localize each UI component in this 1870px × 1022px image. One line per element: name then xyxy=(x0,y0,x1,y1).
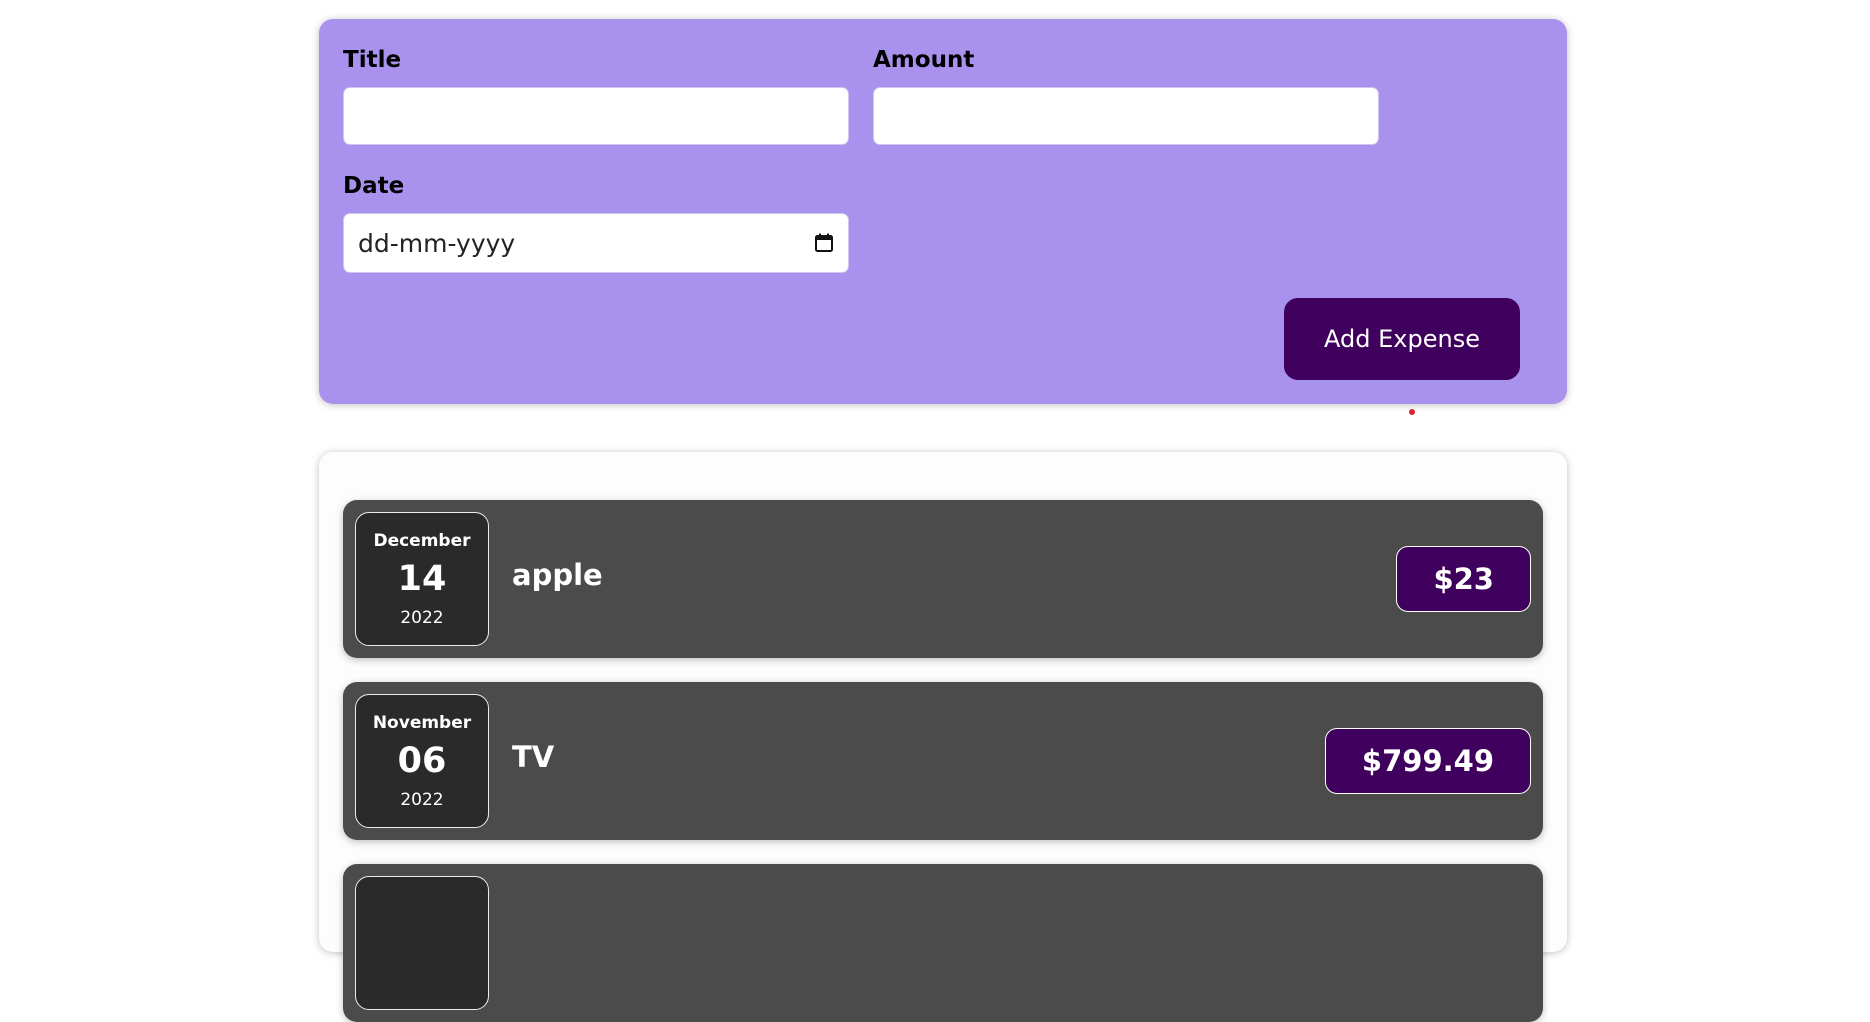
expense-day: 06 xyxy=(397,741,447,781)
expense-date: November 06 2022 xyxy=(355,694,489,828)
expense-price: $23 xyxy=(1396,546,1531,612)
amount-input[interactable] xyxy=(873,87,1379,145)
expense-date: December 14 2022 xyxy=(355,512,489,646)
expense-item[interactable]: November 06 2022 TV $799.49 xyxy=(343,682,1543,840)
expense-title: apple xyxy=(512,558,603,592)
new-expense-form: Title Amount Date dd-mm-yyyy Add Expense xyxy=(319,19,1567,404)
amount-label: Amount xyxy=(873,47,975,73)
title-label: Title xyxy=(343,47,402,73)
expense-year: 2022 xyxy=(400,608,444,628)
expenses-list: December 14 2022 apple $23 November 06 2… xyxy=(319,452,1567,1022)
expense-date xyxy=(355,876,489,1010)
calendar-icon[interactable] xyxy=(814,233,834,253)
expense-month: November xyxy=(372,713,472,733)
expense-price: $799.49 xyxy=(1324,728,1531,794)
date-label: Date xyxy=(343,173,405,199)
expense-item[interactable]: December 14 2022 apple $23 xyxy=(343,500,1543,658)
expense-year: 2022 xyxy=(400,790,444,810)
expense-day: 14 xyxy=(397,559,447,599)
date-placeholder: dd-mm-yyyy xyxy=(358,228,516,258)
title-input[interactable] xyxy=(343,87,849,145)
date-input[interactable]: dd-mm-yyyy xyxy=(343,213,849,273)
expense-title: TV xyxy=(512,740,555,774)
expense-item[interactable] xyxy=(343,864,1543,1022)
red-dot-marker xyxy=(1409,409,1415,415)
expense-month: December xyxy=(373,531,471,551)
add-expense-button[interactable]: Add Expense xyxy=(1284,298,1520,380)
